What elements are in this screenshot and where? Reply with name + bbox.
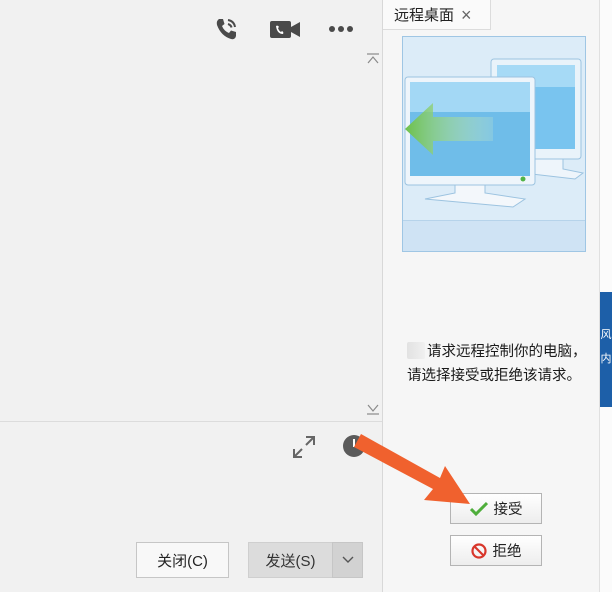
remote-request-message: 请求远程控制你的电脑，请选择接受或拒绝该请求。: [407, 342, 587, 384]
reject-button[interactable]: 拒绝: [450, 535, 542, 566]
preview-footer: [403, 220, 585, 251]
more-icon[interactable]: [327, 14, 357, 44]
blurred-contact-name: [407, 342, 425, 359]
check-icon: [469, 501, 488, 516]
chevron-down-icon: [342, 556, 353, 563]
edge-text-bottom: 内: [600, 353, 612, 365]
input-divider: [0, 421, 382, 422]
reject-label: 拒绝: [492, 544, 522, 560]
send-button[interactable]: 发送(S): [248, 542, 332, 578]
prohibited-icon: [470, 542, 487, 559]
remote-desktop-illustration: [402, 36, 586, 252]
tab-close-icon[interactable]: ×: [461, 6, 472, 24]
expand-icon[interactable]: [291, 434, 317, 460]
accept-label: 接受: [493, 502, 523, 518]
remote-desktop-panel: 远程桌面 × 请求远程控制你的电脑，请选择接受或拒绝该请求。 接受 拒绝: [383, 0, 599, 592]
edge-text-top: 风: [600, 329, 612, 341]
send-options-dropdown[interactable]: [332, 542, 363, 578]
tab-title: 远程桌面: [394, 7, 455, 24]
tab-remote-desktop[interactable]: 远程桌面 ×: [383, 0, 491, 30]
history-clock-icon[interactable]: [341, 433, 367, 459]
two-monitors-icon: [404, 58, 585, 208]
video-call-icon[interactable]: [268, 14, 300, 44]
collapse-up-icon[interactable]: [366, 52, 380, 66]
close-button[interactable]: 关闭(C): [136, 542, 229, 578]
accept-button[interactable]: 接受: [450, 493, 542, 524]
collapse-down-icon[interactable]: [366, 402, 380, 416]
voice-call-icon[interactable]: [211, 14, 241, 44]
chat-area: 关闭(C) 发送(S): [0, 0, 382, 592]
